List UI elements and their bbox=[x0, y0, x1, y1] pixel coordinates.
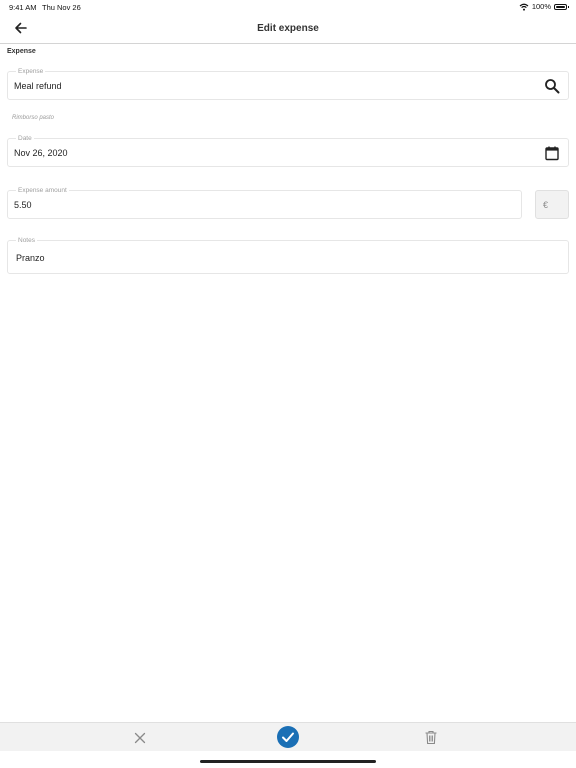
date-picker-button[interactable] bbox=[544, 145, 560, 161]
battery-icon bbox=[554, 3, 569, 10]
amount-field-value: 5.50 bbox=[14, 200, 32, 210]
date-field-label: Date bbox=[16, 134, 34, 143]
notes-field[interactable]: Notes Pranzo bbox=[7, 236, 569, 274]
search-icon bbox=[545, 79, 560, 94]
confirm-button[interactable] bbox=[277, 726, 299, 748]
calendar-icon bbox=[545, 146, 559, 161]
section-title: Expense bbox=[7, 48, 36, 55]
checkmark-icon bbox=[282, 732, 294, 742]
status-time: 9:41 AM bbox=[9, 3, 37, 12]
currency-field[interactable]: € bbox=[535, 190, 569, 219]
close-icon bbox=[134, 732, 146, 744]
amount-field[interactable]: Expense amount 5.50 bbox=[7, 186, 522, 219]
expense-field-value: Meal refund bbox=[14, 81, 62, 91]
currency-symbol: € bbox=[543, 200, 549, 210]
cancel-button[interactable] bbox=[132, 730, 148, 746]
expense-search-button[interactable] bbox=[544, 78, 560, 94]
date-field[interactable]: Date Nov 26, 2020 bbox=[7, 134, 569, 167]
date-field-value: Nov 26, 2020 bbox=[14, 148, 68, 158]
home-indicator bbox=[200, 760, 376, 763]
expense-hint: Rimborso pasto bbox=[12, 115, 55, 121]
wifi-icon bbox=[519, 3, 529, 11]
delete-button[interactable] bbox=[424, 730, 438, 745]
trash-icon bbox=[425, 730, 437, 745]
bottom-toolbar bbox=[0, 722, 576, 751]
expense-field[interactable]: Expense Meal refund bbox=[7, 67, 569, 100]
status-date: Thu Nov 26 bbox=[42, 3, 81, 12]
status-right: 100% bbox=[519, 2, 569, 11]
expense-field-label: Expense bbox=[16, 67, 46, 76]
nav-bar: Edit expense bbox=[0, 14, 576, 44]
notes-field-value: Pranzo bbox=[16, 253, 45, 263]
battery-percent: 100% bbox=[531, 2, 551, 11]
page-title: Edit expense bbox=[257, 23, 319, 34]
status-bar: 9:41 AM Thu Nov 26 100% bbox=[0, 0, 576, 14]
amount-field-label: Expense amount bbox=[16, 186, 69, 195]
notes-field-label: Notes bbox=[16, 236, 37, 245]
